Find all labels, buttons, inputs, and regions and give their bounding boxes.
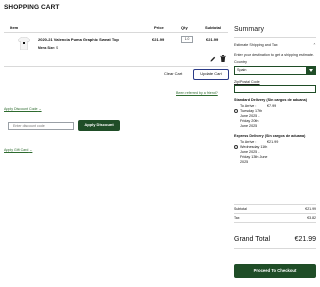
divider xyxy=(234,37,316,39)
item-subtotal: €21.99 xyxy=(206,37,219,42)
subtotal-row: Subtotal €21.99 xyxy=(234,207,316,211)
chevron-down-icon: ⌄ xyxy=(29,148,33,152)
tax-value: €3.82 xyxy=(307,216,316,220)
shipping-method-heading: Standard Delivery (Sin cargos de aduana) xyxy=(234,98,307,103)
trash-icon[interactable] xyxy=(220,55,226,62)
country-label: Country xyxy=(234,60,247,65)
size-label: Mens Size: xyxy=(38,46,56,50)
divider xyxy=(234,222,316,223)
divider xyxy=(4,32,228,33)
divider xyxy=(234,213,316,214)
divider xyxy=(4,66,228,67)
radio-button[interactable] xyxy=(234,108,238,113)
arrive-date: June 2025 xyxy=(240,123,258,128)
header-qty: Qty xyxy=(181,25,188,30)
shipping-price: €21.99 xyxy=(267,139,279,144)
country-select[interactable]: Spain xyxy=(234,65,316,75)
arrive-date: 2025 xyxy=(240,159,249,164)
size-value: S xyxy=(55,46,59,50)
chevron-down-icon: ⌄ xyxy=(38,107,42,111)
grand-total-label: Grand Total xyxy=(234,236,271,243)
apply-discount-label: Apply Discount Code xyxy=(4,107,38,111)
update-cart-button[interactable]: Update Cart xyxy=(193,69,229,80)
discount-code-input[interactable] xyxy=(8,122,74,130)
order-summary: Summary Estimate Shipping and Tax ⌃ Ente… xyxy=(234,26,316,278)
clear-cart-button[interactable]: Clear Cart xyxy=(164,71,182,77)
header-item: Item xyxy=(10,25,19,30)
arrive-label: To Arrive : xyxy=(240,103,257,108)
shipping-option-express[interactable]: To Arrive : €21.99 Wednesday 11th June 20… xyxy=(234,140,316,165)
product-image[interactable] xyxy=(18,37,30,50)
apply-gift-card-toggle[interactable]: Apply Gift Card ⌄ xyxy=(4,148,32,152)
divider xyxy=(234,204,316,205)
referred-friend-link[interactable]: Been referred by a friend? xyxy=(176,91,218,95)
zip-label: Zip/Postal Code xyxy=(234,79,260,84)
header-price: Price xyxy=(154,25,164,30)
pencil-icon[interactable] xyxy=(210,56,216,62)
dropdown-arrow-icon xyxy=(306,66,315,74)
page-title: SHOPPING CART xyxy=(4,4,60,11)
zip-input[interactable] xyxy=(234,85,316,94)
shipping-method-heading: Express Delivery (Sin cargos de aduana) xyxy=(234,133,306,138)
country-value: Spain xyxy=(237,68,247,73)
grand-total-row: Grand Total €21.99 xyxy=(234,236,316,244)
tax-label: Tax xyxy=(234,216,240,220)
radio-button[interactable] xyxy=(234,144,238,149)
product-size: Mens Size: S xyxy=(38,46,59,51)
apply-discount-toggle[interactable]: Apply Discount Code ⌄ xyxy=(4,107,42,111)
subtotal-label: Subtotal xyxy=(234,207,247,211)
subtotal-value: €21.99 xyxy=(305,207,316,211)
tax-row: Tax €3.82 xyxy=(234,216,316,220)
quantity-input[interactable]: 1.0 xyxy=(181,36,193,43)
estimate-shipping-toggle[interactable]: Estimate Shipping and Tax ⌃ xyxy=(234,40,316,50)
divider xyxy=(234,248,316,249)
product-name[interactable]: 2020-21 Valencia Puma Graphic Sweat Top xyxy=(38,37,119,43)
summary-title: Summary xyxy=(234,26,264,33)
grand-total-value: €21.99 xyxy=(294,236,316,243)
shipping-price: €7.99 xyxy=(267,103,277,108)
header-subtotal: Subtotal xyxy=(205,25,221,30)
shipping-option-standard[interactable]: To Arrive : €7.99 Tuesday 17th June 2025 … xyxy=(234,104,316,129)
chevron-up-icon: ⌃ xyxy=(312,43,316,48)
arrive-label: To Arrive : xyxy=(240,139,257,144)
apply-discount-button[interactable]: Apply Discount xyxy=(78,120,120,131)
apply-gift-card-label: Apply Gift Card xyxy=(4,148,29,152)
item-price: €21.99 xyxy=(152,37,165,42)
estimate-shipping-label: Estimate Shipping and Tax xyxy=(234,43,278,48)
estimate-message: Enter your destination to get a shipping… xyxy=(234,53,314,58)
proceed-to-checkout-button[interactable]: Proceed To Checkout xyxy=(234,264,316,278)
